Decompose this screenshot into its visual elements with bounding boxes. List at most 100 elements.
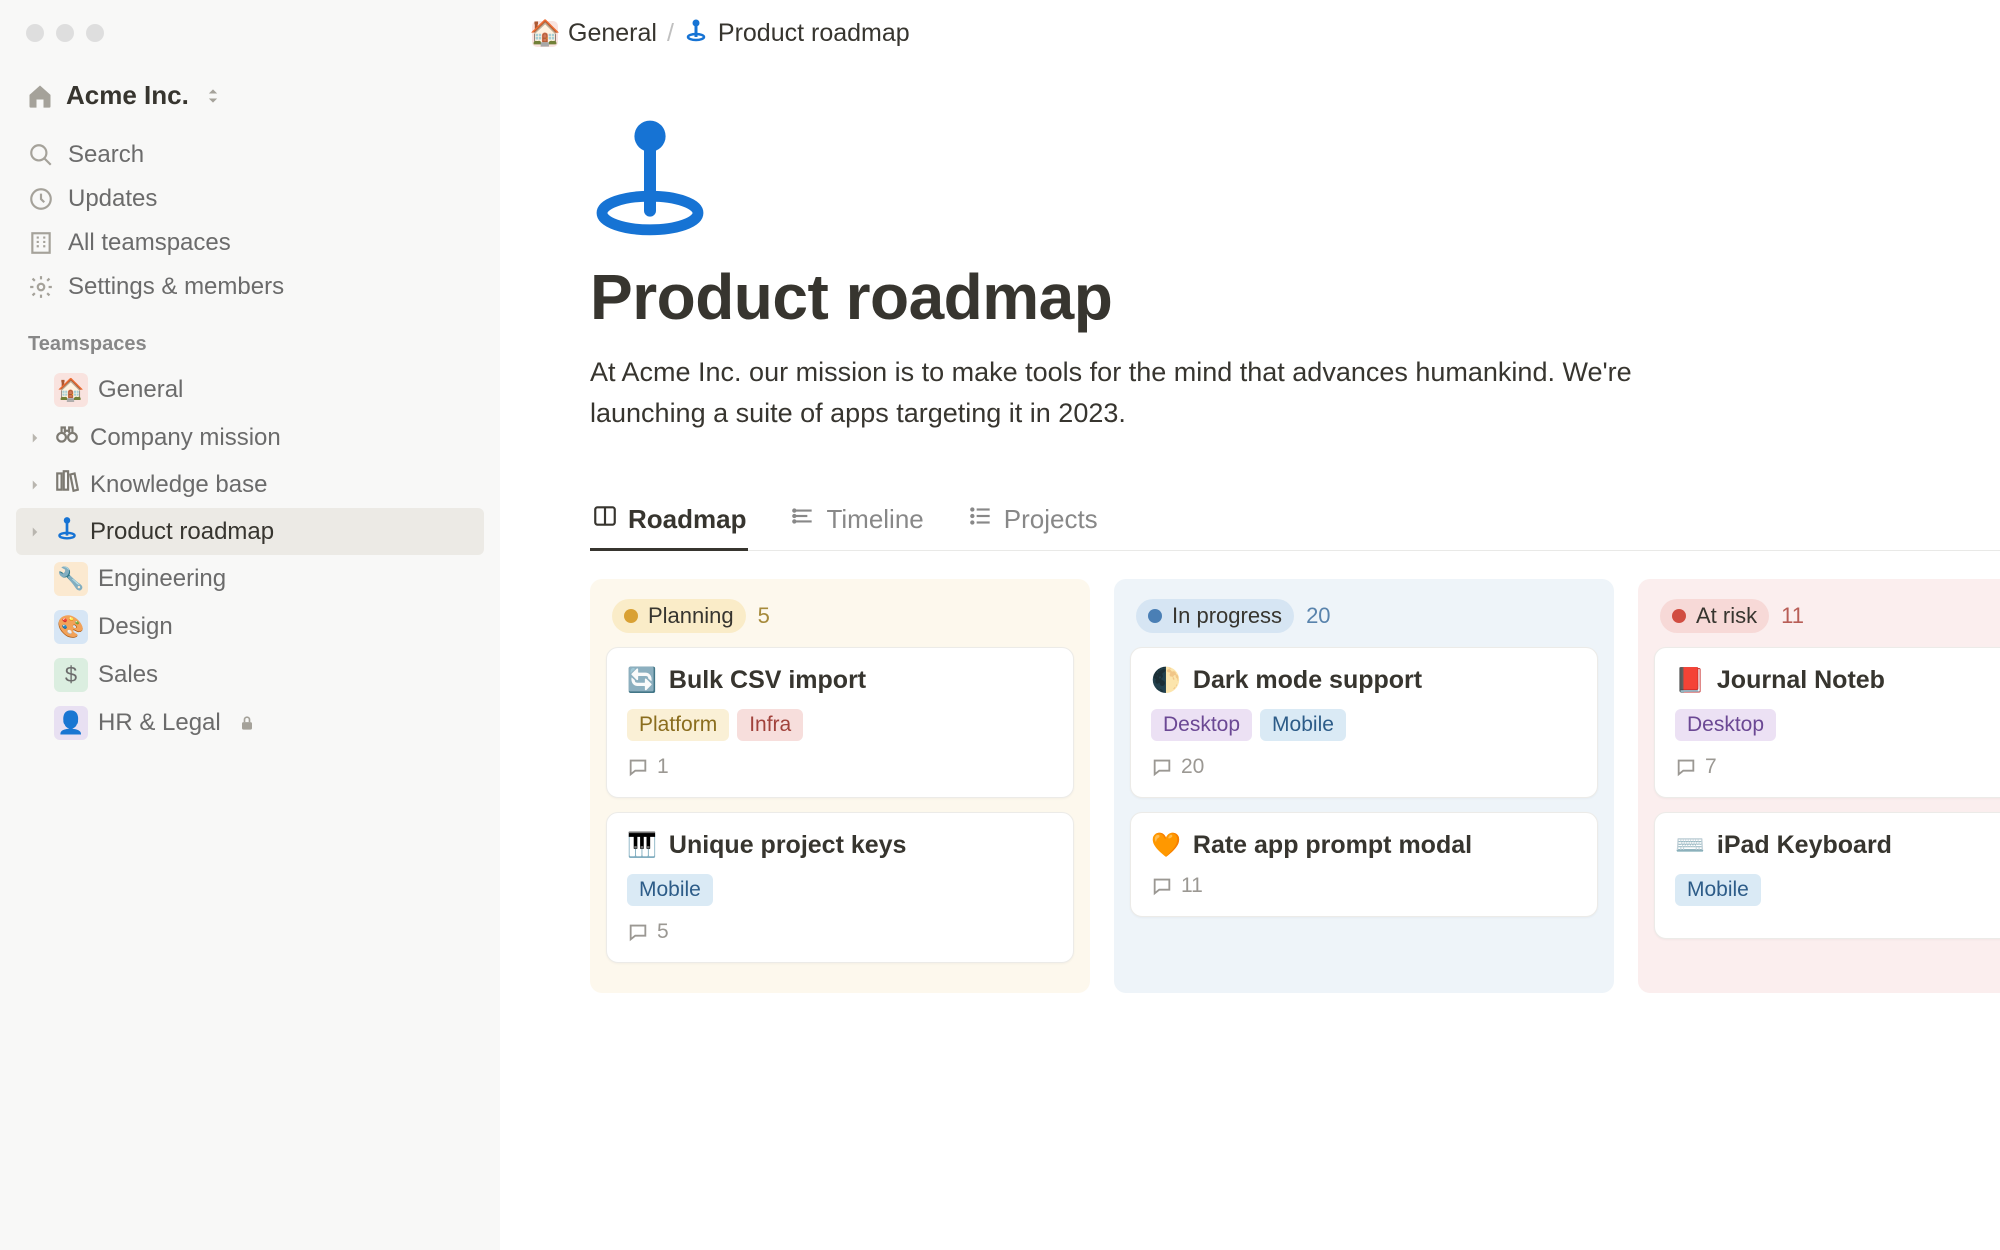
comment-icon (1675, 756, 1697, 778)
card-title: Bulk CSV import (669, 666, 866, 695)
tag-platform[interactable]: Platform (627, 709, 729, 741)
sidebar-item-design[interactable]: 🎨 Design (16, 603, 484, 651)
column-header: Planning 5 (606, 595, 1074, 647)
board-card[interactable]: 🔄Bulk CSV importPlatformInfra1 (606, 647, 1074, 798)
nav-search-label: Search (68, 141, 144, 169)
card-comments[interactable]: 7 (1675, 755, 2000, 779)
board-card[interactable]: 🧡Rate app prompt modal11 (1130, 812, 1598, 917)
teamspace-emoji-icon: 👤 (54, 706, 88, 740)
teamspace-label: Engineering (98, 565, 226, 593)
teamspace-label: Company mission (90, 424, 281, 452)
sidebar-item-sales[interactable]: $Sales (16, 651, 484, 699)
status-pill-atrisk[interactable]: At risk (1660, 599, 1769, 633)
page-content: Product roadmap At Acme Inc. our mission… (500, 67, 2000, 993)
tab-timeline[interactable]: Timeline (788, 503, 925, 550)
card-comments[interactable]: 11 (1151, 874, 1577, 898)
card-tags: Desktop (1675, 709, 2000, 741)
card-title: Dark mode support (1193, 666, 1422, 695)
card-title: iPad Keyboard (1717, 831, 1892, 860)
card-emoji-icon: ⌨️ (1675, 831, 1705, 860)
workspace-switcher[interactable]: Acme Inc. (16, 72, 484, 119)
card-emoji-icon: 🌓 (1151, 666, 1181, 695)
teamspace-emoji-icon: $ (54, 658, 88, 692)
status-dot-icon (1148, 609, 1162, 623)
home-icon: 🏠 (532, 21, 558, 47)
card-tags: Mobile (1675, 874, 2000, 906)
board-card[interactable]: 🎹 Unique project keys Mobile 5 (606, 812, 1074, 963)
window-close[interactable] (26, 24, 44, 42)
board-card[interactable]: 📕Journal NotebDesktop7 (1654, 647, 2000, 798)
tag-desktop[interactable]: Desktop (1151, 709, 1252, 741)
board-column-planning: Planning5🔄Bulk CSV importPlatformInfra1🎹… (590, 579, 1090, 993)
breadcrumb-root[interactable]: General (568, 19, 657, 48)
column-count: 11 (1781, 603, 1804, 629)
page-title[interactable]: Product roadmap (590, 260, 2000, 334)
sidebar-item-general[interactable]: 🏠General (16, 366, 484, 414)
teamspaces-section-label: Teamspaces (16, 309, 484, 366)
card-emoji-icon: 🧡 (1151, 831, 1181, 860)
column-count: 20 (1306, 603, 1330, 629)
tab-projects[interactable]: Projects (966, 503, 1100, 550)
column-label: At risk (1696, 603, 1757, 629)
teamspace-label: Design (98, 613, 173, 641)
window-zoom[interactable] (86, 24, 104, 42)
board-column-progress: In progress 20 🌓 Dark mode support DesktopMo… (1114, 579, 1614, 993)
board: Planning5🔄Bulk CSV importPlatformInfra1🎹… (590, 579, 2000, 993)
tag-infra[interactable]: Infra (737, 709, 803, 741)
building-icon (28, 230, 54, 256)
column-label: In progress (1172, 603, 1282, 629)
nav-updates[interactable]: Updates (16, 177, 484, 221)
status-pill-planning[interactable]: Planning (612, 599, 746, 633)
tag-mobile[interactable]: Mobile (1675, 874, 1761, 906)
nav-teamspaces-label: All teamspaces (68, 229, 231, 257)
timeline-icon (790, 503, 816, 536)
card-comments[interactable]: 1 (627, 755, 1053, 779)
card-comment-count: 11 (1181, 874, 1203, 898)
nav-settings[interactable]: Settings & members (16, 265, 484, 309)
comment-icon (627, 921, 649, 943)
tag-mobile[interactable]: Mobile (1260, 709, 1346, 741)
tab-label: Roadmap (628, 504, 746, 535)
teamspace-label: Product roadmap (90, 518, 274, 546)
view-tabs: Roadmap Timeline Projects (590, 503, 2000, 551)
breadcrumb-page[interactable]: Product roadmap (718, 19, 910, 48)
teamspace-label: General (98, 376, 183, 404)
window-minimize[interactable] (56, 24, 74, 42)
board-card[interactable]: ⌨️ iPad Keyboard Mobile (1654, 812, 2000, 939)
column-count: 5 (758, 603, 770, 629)
sidebar: Acme Inc. Search Updates All teamspaces … (0, 0, 500, 1250)
column-label: Planning (648, 603, 734, 629)
board-column-atrisk: At risk11📕Journal NotebDesktop7⌨️iPad Ke… (1638, 579, 2000, 993)
nav-search[interactable]: Search (16, 133, 484, 177)
sidebar-item-company-mission[interactable]: Company mission (16, 414, 484, 461)
teamspace-emoji-icon: 🎨 (54, 610, 88, 644)
svg-pin-icon (54, 515, 80, 548)
breadcrumb-separator: / (667, 19, 674, 48)
window-controls (16, 22, 484, 72)
lock-icon (237, 713, 257, 733)
tab-roadmap[interactable]: Roadmap (590, 503, 748, 550)
card-emoji-icon: 🎹 (627, 831, 657, 860)
sidebar-item-product-roadmap[interactable]: Product roadmap (16, 508, 484, 555)
card-comments[interactable]: 20 (1151, 755, 1577, 779)
page-icon[interactable] (590, 117, 2000, 242)
status-pill-progress[interactable]: In progress (1136, 599, 1294, 633)
sidebar-item-hr-legal[interactable]: 👤 HR & Legal (16, 699, 484, 747)
card-comments[interactable]: 5 (627, 920, 1053, 944)
nav-all-teamspaces[interactable]: All teamspaces (16, 221, 484, 265)
topbar: 🏠 General / Product roadmap (500, 0, 2000, 67)
page-description[interactable]: At Acme Inc. our mission is to make tool… (590, 352, 1690, 433)
teamspace-label: HR & Legal (98, 709, 221, 737)
nav-settings-label: Settings & members (68, 273, 284, 301)
card-tags: Mobile (627, 874, 1053, 906)
tag-desktop[interactable]: Desktop (1675, 709, 1776, 741)
card-title: Unique project keys (669, 831, 907, 860)
sidebar-item-knowledge-base[interactable]: Knowledge base (16, 461, 484, 508)
tag-mobile[interactable]: Mobile (627, 874, 713, 906)
chevron-updown-icon (203, 86, 223, 106)
card-comment-count: 5 (657, 920, 669, 944)
sidebar-item-engineering[interactable]: 🔧Engineering (16, 555, 484, 603)
board-card[interactable]: 🌓 Dark mode support DesktopMobile 20 (1130, 647, 1598, 798)
card-comment-count: 1 (657, 755, 669, 779)
comment-icon (627, 756, 649, 778)
